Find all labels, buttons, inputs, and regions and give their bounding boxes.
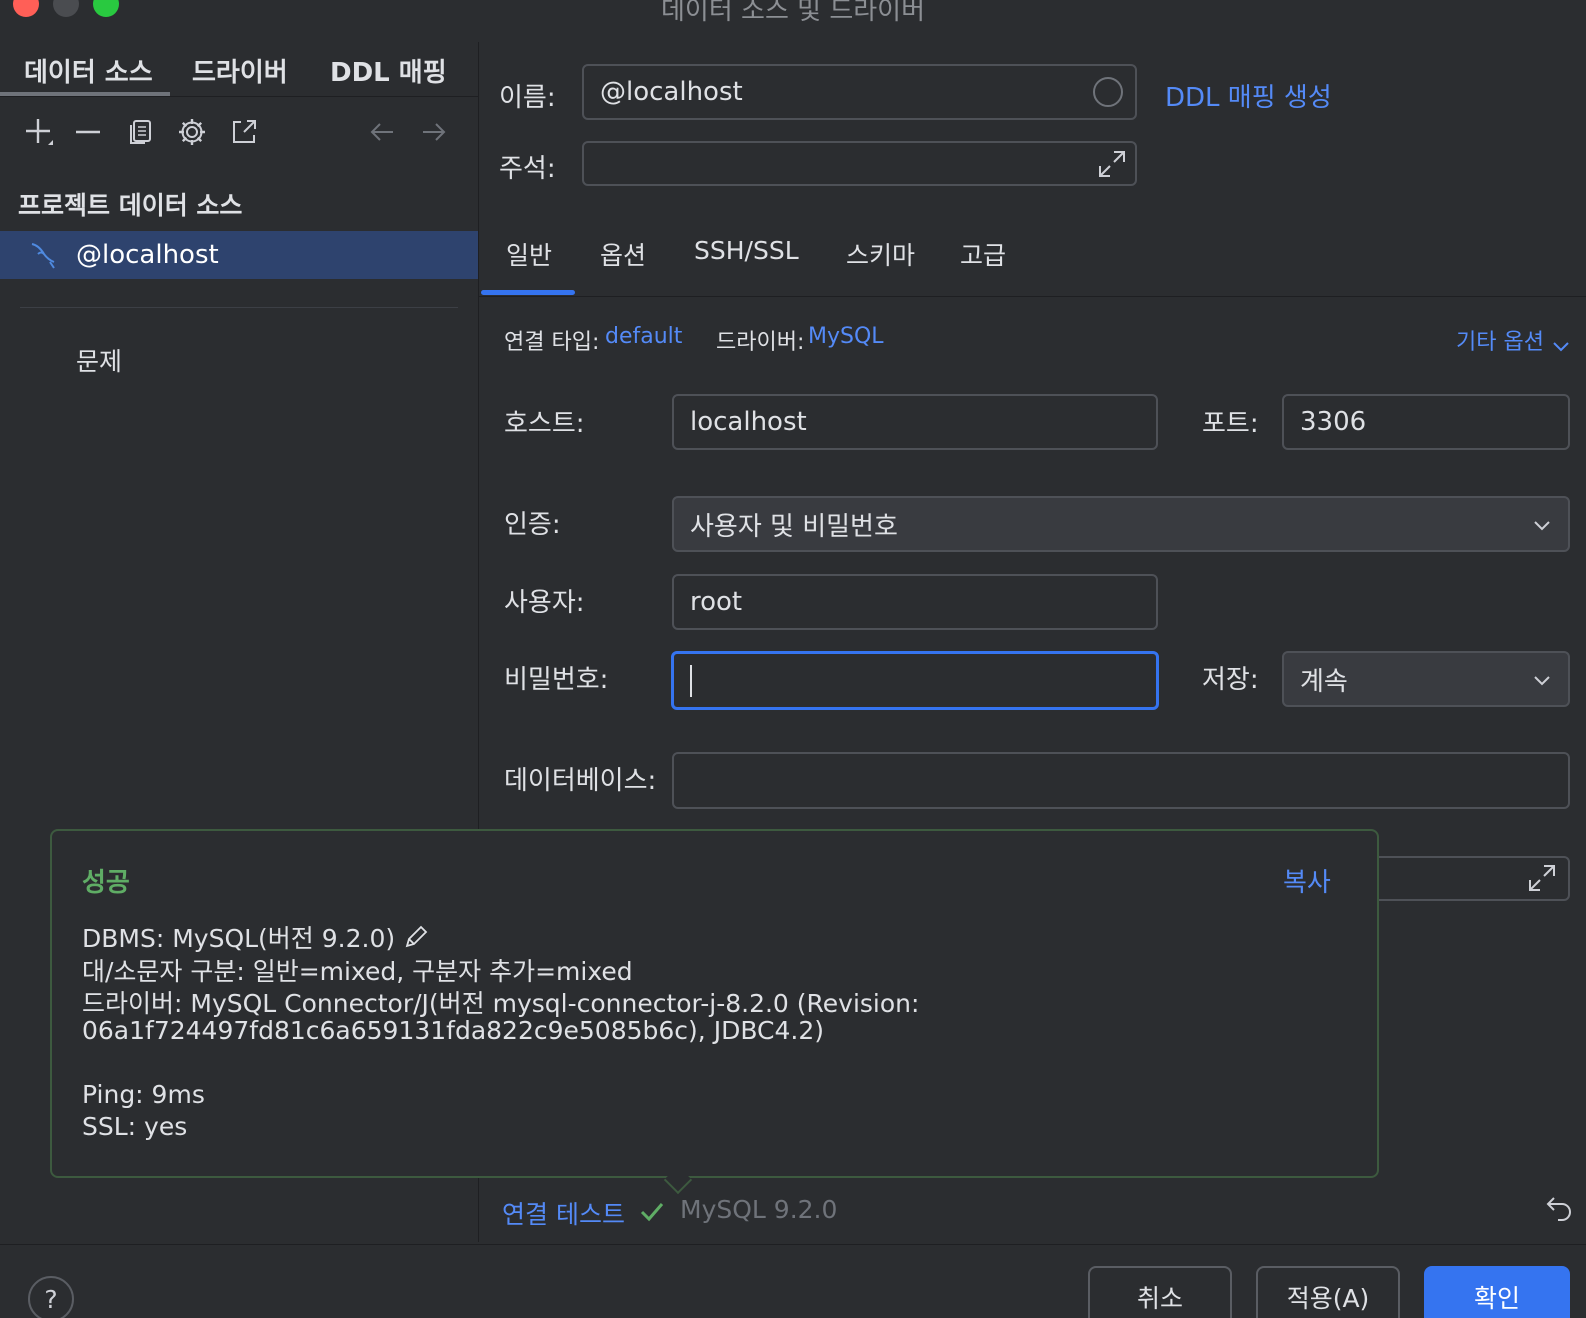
duplicate-icon[interactable]: [122, 114, 158, 150]
password-input[interactable]: [671, 651, 1159, 710]
user-input[interactable]: root: [672, 574, 1158, 630]
expand-icon[interactable]: [1096, 148, 1128, 186]
auth-value: 사용자 및 비밀번호: [690, 511, 898, 542]
ok-button[interactable]: 확인: [1424, 1266, 1570, 1318]
add-icon[interactable]: [20, 114, 56, 150]
tab-drivers[interactable]: 드라이버: [192, 52, 288, 89]
host-value: localhost: [690, 407, 807, 437]
sidebar-item-label: @localhost: [76, 240, 219, 270]
case-line: 대/소문자 구분: 일반=mixed, 구분자 추가=mixed: [82, 957, 633, 986]
tab-options[interactable]: 옵션: [600, 236, 646, 272]
dbms-text: DBMS: MySQL(버전 9.2.0): [82, 924, 396, 953]
forward-arrow-icon[interactable]: [416, 114, 452, 150]
divider: [0, 1244, 1586, 1245]
divider: [479, 296, 1586, 297]
database-label: 데이터베이스:: [504, 766, 657, 796]
chevron-down-icon[interactable]: [1552, 330, 1570, 359]
save-value: 계속: [1300, 666, 1348, 697]
tab-advanced[interactable]: 고급: [960, 236, 1006, 272]
port-value: 3306: [1300, 407, 1367, 437]
comment-input[interactable]: [582, 141, 1137, 186]
tab-ssh-ssl[interactable]: SSH/SSL: [694, 236, 799, 265]
divider: [20, 307, 458, 308]
copy-link[interactable]: 복사: [1283, 862, 1331, 899]
cancel-button[interactable]: 취소: [1088, 1266, 1232, 1318]
help-button[interactable]: ?: [28, 1276, 74, 1318]
host-input[interactable]: localhost: [672, 394, 1158, 450]
save-select[interactable]: 계속: [1282, 651, 1570, 707]
name-value: @localhost: [600, 77, 743, 107]
gear-icon[interactable]: [174, 114, 210, 150]
ddl-mapping-link[interactable]: DDL 매핑 생성: [1165, 77, 1332, 114]
color-circle-icon[interactable]: [1093, 77, 1123, 107]
check-icon: [638, 1198, 666, 1232]
expand-icon[interactable]: [1526, 862, 1558, 900]
connection-type-link[interactable]: default: [605, 324, 682, 349]
apply-button[interactable]: 적용(A): [1256, 1266, 1400, 1318]
host-label: 호스트:: [504, 409, 585, 439]
mysql-dolphin-icon: [28, 240, 60, 272]
port-input[interactable]: 3306: [1282, 394, 1570, 450]
ssl-line: SSL: yes: [82, 1112, 188, 1141]
remove-icon[interactable]: [70, 114, 106, 150]
sidebar-item-localhost[interactable]: [0, 231, 478, 279]
test-connection-link[interactable]: 연결 테스트: [502, 1195, 625, 1231]
driver-label: 드라이버:: [716, 330, 805, 355]
problems-item[interactable]: 문제: [76, 342, 122, 378]
name-input[interactable]: @localhost: [582, 64, 1137, 120]
driver-line-2: 06a1f724497fd81c6a659131fda822c9e5085b6c…: [82, 1016, 824, 1045]
tab-general[interactable]: 일반: [506, 236, 552, 272]
chevron-down-icon: [1532, 664, 1552, 694]
text-cursor: [690, 664, 692, 697]
user-label: 사용자:: [504, 588, 585, 618]
dbms-line: DBMS: MySQL(버전 9.2.0): [82, 919, 429, 956]
connection-type-label: 연결 타입:: [504, 330, 600, 355]
save-label: 저장:: [1202, 665, 1259, 695]
port-label: 포트:: [1202, 409, 1259, 439]
tab-data-sources[interactable]: 데이터 소스: [24, 52, 153, 89]
divider: [0, 96, 478, 97]
password-label: 비밀번호:: [504, 665, 609, 695]
popup-title: 성공: [82, 868, 130, 898]
more-options-link[interactable]: 기타 옵션: [1456, 324, 1544, 356]
ping-line: Ping: 9ms: [82, 1080, 205, 1109]
window-title: 데이터 소스 및 드라이버: [661, 0, 925, 26]
chevron-down-icon: [1532, 509, 1552, 539]
open-external-icon[interactable]: [226, 114, 262, 150]
server-version: MySQL 9.2.0: [680, 1195, 838, 1224]
driver-link[interactable]: MySQL: [808, 324, 884, 349]
user-value: root: [690, 587, 743, 617]
section-header: 프로젝트 데이터 소스: [18, 191, 243, 220]
back-arrow-icon[interactable]: [364, 114, 400, 150]
auth-label: 인증:: [504, 510, 561, 540]
database-input[interactable]: [672, 752, 1570, 809]
tab-ddl-mapping[interactable]: DDL 매핑: [330, 52, 447, 89]
active-tab-indicator: [481, 290, 575, 295]
auth-select[interactable]: 사용자 및 비밀번호: [672, 496, 1570, 552]
revert-icon[interactable]: [1544, 1194, 1574, 1230]
driver-line-1: 드라이버: MySQL Connector/J(버전 mysql-connect…: [82, 989, 920, 1018]
tab-schemas[interactable]: 스키마: [846, 236, 915, 272]
comment-label: 주석:: [499, 154, 556, 184]
name-label: 이름:: [499, 83, 556, 113]
